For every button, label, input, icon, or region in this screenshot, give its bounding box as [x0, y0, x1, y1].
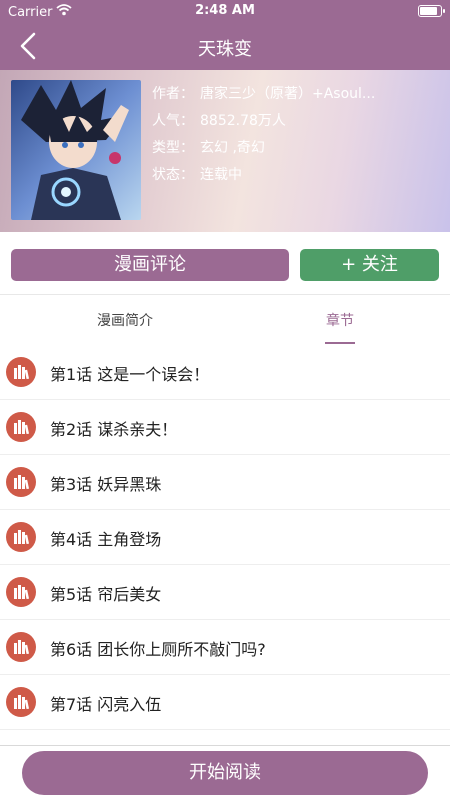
status-label: 状态： [152, 167, 194, 183]
popularity-value: 8852.78万人 [200, 113, 286, 129]
comic-cover-image [11, 80, 141, 220]
book-icon [6, 357, 36, 387]
book-icon [6, 632, 36, 662]
comic-review-button[interactable]: 漫画评论 [11, 249, 289, 281]
chapter-title: 第3话 妖异黑珠 [50, 475, 162, 494]
book-icon [6, 687, 36, 717]
popularity-row: 人气： 8852.78万人 [152, 111, 442, 138]
tab-selected-indicator [325, 342, 355, 344]
chapter-title: 第7话 闪亮入伍 [50, 695, 162, 714]
chapter-item[interactable]: 第2话 谋杀亲夫！ [0, 400, 450, 455]
status-value: 连载中 [200, 167, 242, 183]
popularity-label: 人气： [152, 113, 194, 129]
book-icon [6, 467, 36, 497]
tab-chapters[interactable]: 章节 [280, 310, 400, 330]
book-icon [6, 412, 36, 442]
genre-row: 类型： 玄幻 ,奇幻 [152, 138, 442, 165]
clock: 2:48 AM [195, 3, 255, 18]
bottom-bar: 开始阅读 [0, 745, 450, 799]
page-title: 天珠变 [198, 39, 252, 60]
chapter-title: 第4话 主角登场 [50, 530, 162, 549]
tab-bar: 漫画简介 章节 [0, 295, 450, 345]
book-icon [6, 522, 36, 552]
nav-bar: 天珠变 [0, 22, 450, 70]
genre-label: 类型： [152, 140, 194, 156]
chapter-item[interactable]: 第6话 团长你上厕所不敲门吗? [0, 620, 450, 675]
status-bar: Carrier 2:48 AM [0, 0, 450, 22]
genre-value: 玄幻 ,奇幻 [200, 140, 265, 156]
follow-button[interactable]: + 关注 [300, 249, 439, 281]
tab-comic-intro[interactable]: 漫画简介 [65, 310, 185, 330]
comic-info-header: 作者： 唐家三少（原著）+Asoul... 人气： 8852.78万人 类型： 玄幻 … [0, 70, 450, 232]
battery-icon [418, 5, 445, 17]
chapter-title: 第6话 团长你上厕所不敲门吗? [50, 640, 266, 659]
chapter-title: 第1话 这是一个误会！ [50, 365, 210, 384]
chapter-title: 第5话 帘后美女 [50, 585, 162, 604]
start-reading-button[interactable]: 开始阅读 [22, 751, 428, 795]
chapter-title: 第2话 谋杀亲夫！ [50, 420, 178, 439]
chapter-list: 第1话 这是一个误会！ 第2话 谋杀亲夫！ 第3话 妖异黑珠 第4话 主角登场 … [0, 345, 450, 730]
author-value: 唐家三少（原著）+Asoul... [200, 86, 376, 102]
chapter-item[interactable]: 第7话 闪亮入伍 [0, 675, 450, 730]
chapter-item[interactable]: 第5话 帘后美女 [0, 565, 450, 620]
book-icon [6, 577, 36, 607]
author-label: 作者： [152, 86, 194, 102]
chapter-item[interactable]: 第4话 主角登场 [0, 510, 450, 565]
chapter-item[interactable]: 第3话 妖异黑珠 [0, 455, 450, 510]
status-row: 状态： 连载中 [152, 165, 442, 192]
author-row: 作者： 唐家三少（原著）+Asoul... [152, 84, 442, 111]
battery-level [420, 7, 437, 15]
comic-meta: 作者： 唐家三少（原著）+Asoul... 人气： 8852.78万人 类型： 玄幻 … [152, 84, 442, 192]
chapter-item[interactable]: 第1话 这是一个误会！ [0, 345, 450, 400]
